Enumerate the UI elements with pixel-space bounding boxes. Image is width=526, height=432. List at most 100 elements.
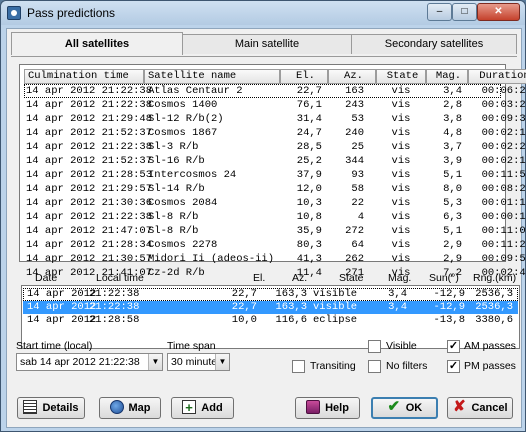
cell-elevation: 41,3	[296, 253, 322, 265]
cell-duration: 00:08:21	[481, 183, 526, 195]
window-title: Pass predictions	[27, 6, 116, 20]
cell-duration: 00:02:25	[481, 141, 526, 153]
cell-state: vis	[391, 155, 411, 167]
transiting-label: Transiting	[310, 360, 356, 372]
pass-row[interactable]: 14 apr 2012 21:22:38 Cosmos 1400 76,1 243 vi…	[24, 98, 526, 112]
detail-row[interactable]: 14 apr 2012 21:22:38 22,7 163,3 visible 3,4 -1…	[23, 301, 518, 314]
cell-elevation: 10,3	[296, 197, 322, 209]
detail-magnitude: 3,4	[388, 301, 407, 313]
transiting-checkbox[interactable]	[292, 360, 305, 373]
cell-duration: 00:00:11	[481, 211, 526, 223]
cell-satellite-name: Cosmos 2278	[148, 239, 218, 251]
pass-row[interactable]: 14 apr 2012 21:29:57 Sl-14 R/b 12,0 58 vis 8,…	[24, 182, 526, 196]
details-button[interactable]: Details	[17, 397, 85, 419]
cell-culmination-time: 14 apr 2012 21:52:37	[26, 155, 153, 167]
detail-row[interactable]: 14 apr 2012 21:28:58 10,0 116,6 eclipse -13,8…	[23, 314, 518, 327]
detail-row[interactable]: 14 apr 2012 21:22:38 22,7 163,3 visible 3,4 -1…	[23, 288, 518, 301]
cell-satellite-name: Cosmos 2084	[148, 197, 218, 209]
help-button[interactable]: Help	[295, 397, 360, 419]
map-button[interactable]: Map	[99, 397, 161, 419]
add-button-label: Add	[201, 402, 223, 414]
cell-elevation: 76,1	[296, 99, 322, 111]
cell-magnitude: 2,8	[443, 99, 462, 111]
close-button[interactable]: ✕	[477, 3, 520, 21]
cell-satellite-name: Sl-16 R/b	[148, 155, 205, 167]
pass-row[interactable]: 14 apr 2012 21:52:37 Sl-16 R/b 25,2 344 vis 3…	[24, 154, 526, 168]
chevron-down-icon[interactable]: ▼	[215, 354, 229, 370]
cell-magnitude: 5,1	[443, 169, 462, 181]
cell-magnitude: 6,3	[443, 211, 462, 223]
cell-azimuth: 53	[351, 113, 364, 125]
header-azimuth[interactable]: Az.	[328, 69, 376, 84]
cell-satellite-name: Cosmos 1400	[148, 99, 218, 111]
no-filters-checkbox[interactable]	[368, 360, 381, 373]
start-time-picker[interactable]: sab 14 apr 2012 21:22:38 ▼	[16, 353, 163, 371]
details-button-label: Details	[42, 402, 79, 414]
detail-date: 14 apr 2012	[27, 314, 97, 326]
cell-duration: 00:09:38	[481, 113, 526, 125]
cell-azimuth: 163	[345, 85, 364, 97]
chevron-down-icon[interactable]: ▼	[148, 354, 162, 370]
tab-secondary-satellites[interactable]: Secondary satellites	[351, 34, 517, 54]
detail-local-time: 21:22:38	[89, 288, 140, 300]
pm-passes-checkbox[interactable]: ✓	[447, 360, 460, 373]
pass-row[interactable]: 14 apr 2012 21:22:38 Sl-3 R/b 28,5 25 vis 3,7…	[24, 140, 526, 154]
header-satellite-name[interactable]: Satellite name	[144, 69, 280, 84]
am-passes-checkbox[interactable]: ✓	[447, 340, 460, 353]
detail-header-azimuth: Az.	[292, 272, 308, 284]
cell-state: vis	[391, 225, 411, 237]
minimize-button[interactable]: –	[427, 3, 452, 21]
cell-satellite-name: Sl-8 R/b	[148, 211, 199, 223]
pass-detail-list[interactable]: 14 apr 2012 21:22:38 22,7 163,3 visible 3,4 -1…	[21, 285, 520, 349]
pass-row[interactable]: 14 apr 2012 21:28:53 Intercosmos 24 37,9 93…	[24, 168, 526, 182]
cell-azimuth: 344	[345, 155, 364, 167]
cell-elevation: 12,0	[296, 183, 322, 195]
header-elevation[interactable]: El.	[280, 69, 328, 84]
detail-state: visible	[313, 288, 358, 300]
cell-state: vis	[391, 99, 411, 111]
pass-row[interactable]: 14 apr 2012 21:30:57 Midori Ii (adeos-ii)…	[24, 252, 526, 266]
header-culmination-time[interactable]: Culmination time	[24, 69, 144, 84]
cell-duration: 00:03:22	[481, 99, 526, 111]
maximize-icon: □	[461, 6, 468, 17]
maximize-button[interactable]: □	[452, 3, 477, 21]
time-span-select[interactable]: 30 minutes ▼	[167, 353, 230, 371]
passes-list[interactable]: Culmination time Satellite name El. Az. …	[19, 64, 526, 279]
detail-local-time: 21:28:58	[89, 314, 140, 326]
title-bar[interactable]: Pass predictions – □ ✕	[1, 1, 525, 25]
cell-satellite-name: Sl-3 R/b	[148, 141, 199, 153]
pass-row[interactable]: 14 apr 2012 21:29:48 Sl-12 R/b(2) 31,4 53 vi…	[24, 112, 526, 126]
pass-row[interactable]: 14 apr 2012 21:52:37 Cosmos 1867 24,7 240 vi…	[24, 126, 526, 140]
header-magnitude[interactable]: Mag.	[426, 69, 468, 84]
ok-button[interactable]: ✔ OK	[371, 397, 438, 419]
add-button[interactable]: Add	[171, 397, 234, 419]
detail-local-time: 21:22:38	[89, 301, 140, 313]
pass-row[interactable]: 14 apr 2012 21:47:07 Sl-8 R/b 35,9 272 vis 5,…	[24, 224, 526, 238]
cell-azimuth: 58	[351, 183, 364, 195]
pass-row[interactable]: 14 apr 2012 21:22:38 Atlas Centaur 2 22,7 1…	[24, 84, 526, 98]
detail-range: 2536,3	[475, 301, 513, 313]
minimize-icon: –	[436, 6, 443, 17]
pass-row[interactable]: 14 apr 2012 21:30:36 Cosmos 2084 10,3 22 vis…	[24, 196, 526, 210]
cell-azimuth: 64	[351, 239, 364, 251]
tab-all-satellites[interactable]: All satellites	[11, 32, 183, 55]
cell-culmination-time: 14 apr 2012 21:29:57	[26, 183, 153, 195]
cell-state: vis	[391, 127, 411, 139]
app-icon	[7, 6, 21, 20]
cell-elevation: 24,7	[296, 127, 322, 139]
header-duration[interactable]: Duration	[468, 69, 526, 84]
cell-azimuth: 243	[345, 99, 364, 111]
header-state[interactable]: State	[376, 69, 426, 84]
cancel-button[interactable]: ✘ Cancel	[447, 397, 513, 419]
cell-culmination-time: 14 apr 2012 21:22:38	[26, 99, 153, 111]
tab-main-satellite[interactable]: Main satellite	[181, 34, 353, 54]
detail-range: 2536,3	[475, 288, 513, 300]
visible-checkbox[interactable]	[368, 340, 381, 353]
ok-icon: ✔	[387, 398, 401, 416]
cell-culmination-time: 14 apr 2012 21:22:38	[26, 211, 153, 223]
cell-state: vis	[391, 85, 411, 97]
pass-row[interactable]: 14 apr 2012 21:22:38 Sl-8 R/b 10,8 4 vis 6,3 0…	[24, 210, 526, 224]
cell-state: vis	[391, 211, 411, 223]
help-button-label: Help	[325, 402, 349, 414]
pass-row[interactable]: 14 apr 2012 21:28:34 Cosmos 2278 80,3 64 vis…	[24, 238, 526, 252]
